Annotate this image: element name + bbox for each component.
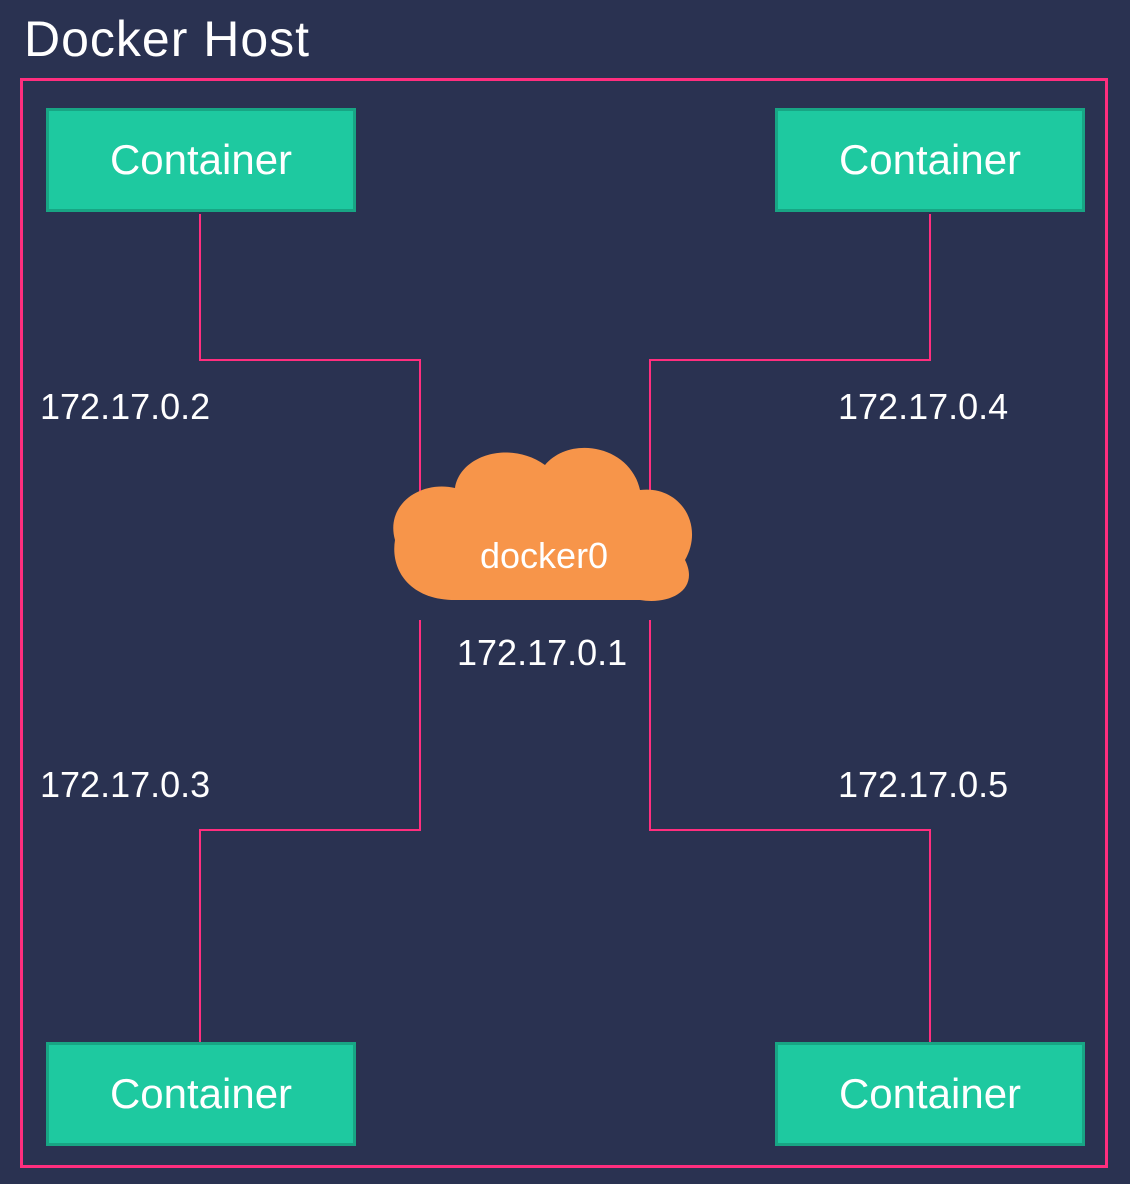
container-label: Container: [839, 1070, 1021, 1118]
container-ip-top-left: 172.17.0.2: [40, 386, 210, 428]
bridge-name: docker0: [480, 535, 608, 577]
container-ip-bottom-left: 172.17.0.3: [40, 764, 210, 806]
bridge-ip: 172.17.0.1: [457, 632, 627, 674]
container-label: Container: [110, 136, 292, 184]
diagram-title: Docker Host: [24, 10, 310, 68]
container-box-top-right: Container: [775, 108, 1085, 212]
container-ip-bottom-right: 172.17.0.5: [838, 764, 1008, 806]
container-box-bottom-left: Container: [46, 1042, 356, 1146]
container-label: Container: [839, 136, 1021, 184]
container-box-top-left: Container: [46, 108, 356, 212]
container-label: Container: [110, 1070, 292, 1118]
container-ip-top-right: 172.17.0.4: [838, 386, 1008, 428]
container-box-bottom-right: Container: [775, 1042, 1085, 1146]
